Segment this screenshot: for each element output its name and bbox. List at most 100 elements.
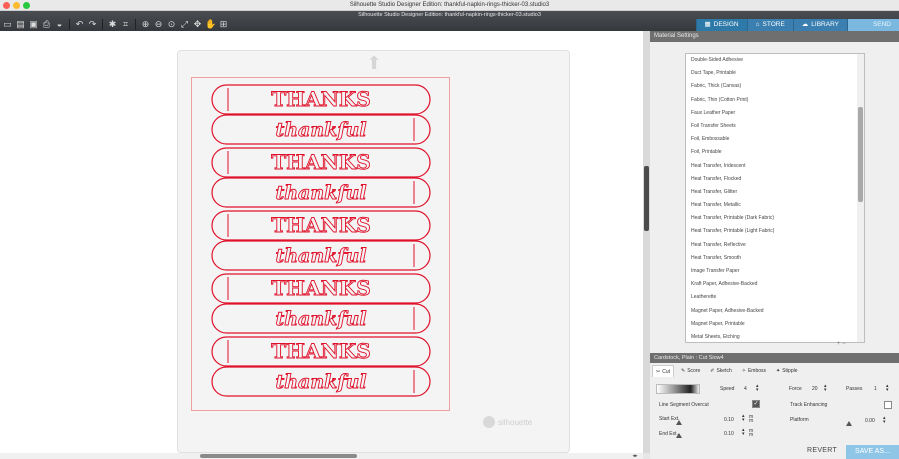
material-list[interactable]: Double-Sided Adhesive Duct Tape, Printabl…: [685, 53, 865, 343]
tab-design[interactable]: ▦ DESIGN: [695, 19, 747, 31]
material-list-item[interactable]: Heat Transfer, Flocked: [686, 173, 864, 186]
material-list-scroll-thumb[interactable]: [858, 107, 863, 202]
ring-word-top: THANKS: [271, 87, 370, 111]
main-toolbar: Silhouette Studio Designer Edition: than…: [0, 11, 899, 31]
grab-icon[interactable]: ✋: [205, 19, 216, 30]
speed-label: Speed: [720, 386, 735, 392]
page-fit-icon[interactable]: ⊞: [218, 19, 229, 30]
passes-value[interactable]: 1: [874, 386, 877, 392]
tab-send[interactable]: SEND: [847, 19, 899, 31]
start-ext-value[interactable]: 0.10: [724, 417, 734, 423]
toolbar-divider: [69, 19, 70, 30]
line-segment-overcut-checkbox[interactable]: ✓: [752, 400, 760, 408]
tab-store[interactable]: ⌂ STORE: [746, 19, 793, 31]
mode-cut[interactable]: ✂ Cut: [652, 365, 674, 377]
mode-stipple-label: Stipple: [782, 368, 798, 374]
material-list-item[interactable]: Fabric, Thin (Cotton Print): [686, 94, 864, 107]
canvas-horizontal-scroll-thumb[interactable]: [200, 454, 357, 458]
napkin-ring-artwork[interactable]: THANKS thankful THANKS thankful THANKS thankf…: [211, 83, 431, 403]
force-stepper[interactable]: ▴ ▾: [824, 384, 827, 393]
material-list-item[interactable]: Fabric, Thick (Canvas): [686, 80, 864, 93]
material-list-item[interactable]: Foil, Embossable: [686, 133, 864, 146]
start-ext-unit: m m: [749, 414, 754, 424]
material-list-item[interactable]: Duct Tape, Printable: [686, 67, 864, 80]
end-ext-value[interactable]: 0.10: [724, 431, 734, 437]
platform-value[interactable]: 0.00: [865, 418, 875, 424]
blade-depth-slider[interactable]: [656, 384, 700, 394]
redo-icon[interactable]: ↷: [87, 19, 98, 30]
pan-icon[interactable]: ✥: [192, 19, 203, 30]
speed-stepper[interactable]: ▴ ▾: [756, 384, 759, 393]
material-list-item[interactable]: Foil, Printable: [686, 146, 864, 159]
cut-send-icon[interactable]: ◒: [54, 19, 65, 30]
mode-stipple[interactable]: ✦ Stipple: [773, 365, 801, 377]
zoom-in-icon[interactable]: ⊕: [140, 19, 151, 30]
save-icon[interactable]: ▣: [28, 19, 39, 30]
material-list-item[interactable]: Double-Sided Adhesive: [686, 54, 864, 67]
tab-library[interactable]: ☁ LIBRARY: [792, 19, 847, 31]
material-list-item[interactable]: Heat Transfer, Printable (Light Fabric): [686, 225, 864, 238]
send-panel: Material Settings Double-Sided Adhesive D…: [650, 31, 899, 459]
toolbar-divider: [102, 19, 103, 30]
tab-store-label: STORE: [762, 21, 785, 28]
zoom-fit-icon[interactable]: ⤢: [179, 19, 190, 30]
cut-settings-header: Cardstock, Plain : Cut Siow4: [650, 353, 899, 363]
design-icon: ▦: [704, 21, 711, 28]
document-title: Silhouette Studio Designer Edition: than…: [358, 12, 541, 18]
ring-word-top: THANKS: [271, 213, 370, 237]
start-ext-stepper[interactable]: ▴ ▾: [742, 414, 745, 423]
canvas-horizontal-scrollbar[interactable]: [0, 453, 643, 459]
material-settings-header: Material Settings: [650, 31, 899, 42]
material-list-item[interactable]: Heat Transfer, Iridescent: [686, 160, 864, 173]
add-remove-material-buttons[interactable]: + −: [837, 341, 846, 347]
undo-icon[interactable]: ↶: [74, 19, 85, 30]
save-as-button[interactable]: SAVE AS...: [846, 445, 899, 459]
print-icon[interactable]: ⎙: [41, 19, 52, 30]
material-list-scrollbar[interactable]: [857, 54, 864, 342]
material-list-item[interactable]: Magnet Paper, Printable: [686, 318, 864, 331]
revert-button[interactable]: REVERT: [807, 447, 837, 454]
material-list-item[interactable]: Image Transfer Paper: [686, 265, 864, 278]
passes-stepper[interactable]: ▴ ▾: [886, 384, 889, 393]
tool-strip: ▭ ▤ ▣ ⎙ ◒ ↶ ↷ ✱ ⌗ ⊕ ⊖ ⊙ ⤢ ✥ ✋ ⊞: [2, 19, 229, 30]
mode-score[interactable]: ✎ Score: [678, 365, 703, 377]
new-doc-icon[interactable]: ▭: [2, 19, 13, 30]
passes-label: Passes: [846, 386, 863, 392]
material-list-item[interactable]: Faux Leather Paper: [686, 107, 864, 120]
material-list-item[interactable]: Kraft Paper, Adhesive-Backed: [686, 278, 864, 291]
material-list-item[interactable]: Magnet Paper, Adhesive-Backed: [686, 305, 864, 318]
material-list-item[interactable]: Heat Transfer, Glitter: [686, 186, 864, 199]
tab-library-label: LIBRARY: [811, 21, 839, 28]
select-icon[interactable]: ✱: [107, 19, 118, 30]
material-list-item[interactable]: Heat Transfer, Metallic: [686, 199, 864, 212]
ring-word-bottom: thankful: [275, 245, 366, 267]
speed-value[interactable]: 4: [744, 386, 747, 392]
zoom-box-icon[interactable]: ⊙: [166, 19, 177, 30]
material-list-item[interactable]: Heat Transfer, Reflective: [686, 239, 864, 252]
platform-stepper[interactable]: ▴ ▾: [883, 416, 886, 425]
window-titlebar: Silhouette Studio Designer Edition: than…: [0, 0, 899, 11]
material-list-item[interactable]: Heat Transfer, Printable (Dark Fabric): [686, 212, 864, 225]
force-value[interactable]: 20: [812, 386, 818, 392]
material-list-item[interactable]: Foil Transfer Sheets: [686, 120, 864, 133]
canvas-vertical-scrollbar[interactable]: [643, 31, 650, 453]
material-list-item[interactable]: Heat Transfer, Smooth: [686, 252, 864, 265]
resize-arrows-icon[interactable]: ◂▸: [627, 453, 643, 459]
section-tabs: ▦ DESIGN ⌂ STORE ☁ LIBRARY SEND: [695, 19, 899, 31]
blade-icon: ✂: [656, 368, 661, 375]
material-list-item[interactable]: Leatherette: [686, 291, 864, 304]
design-canvas[interactable]: ⬆ silhouette THANKS thankful THANKS thankfu…: [0, 31, 643, 453]
canvas-vertical-scroll-thumb[interactable]: [644, 166, 649, 231]
point-edit-icon[interactable]: ⌗: [120, 19, 131, 30]
mode-emboss[interactable]: ✧ Emboss: [739, 365, 769, 377]
track-enhancing-checkbox[interactable]: [884, 401, 892, 409]
ring-word-top: THANKS: [271, 339, 370, 363]
emboss-icon: ✧: [741, 368, 746, 374]
open-icon[interactable]: ▤: [15, 19, 26, 30]
mat-brand-text: silhouette: [498, 417, 533, 427]
platform-label: Platform: [790, 417, 809, 423]
end-ext-stepper[interactable]: ▴ ▾: [742, 428, 745, 437]
mode-sketch[interactable]: ✐ Sketch: [707, 365, 735, 377]
silhouette-logo-icon: [483, 416, 495, 428]
zoom-out-icon[interactable]: ⊖: [153, 19, 164, 30]
